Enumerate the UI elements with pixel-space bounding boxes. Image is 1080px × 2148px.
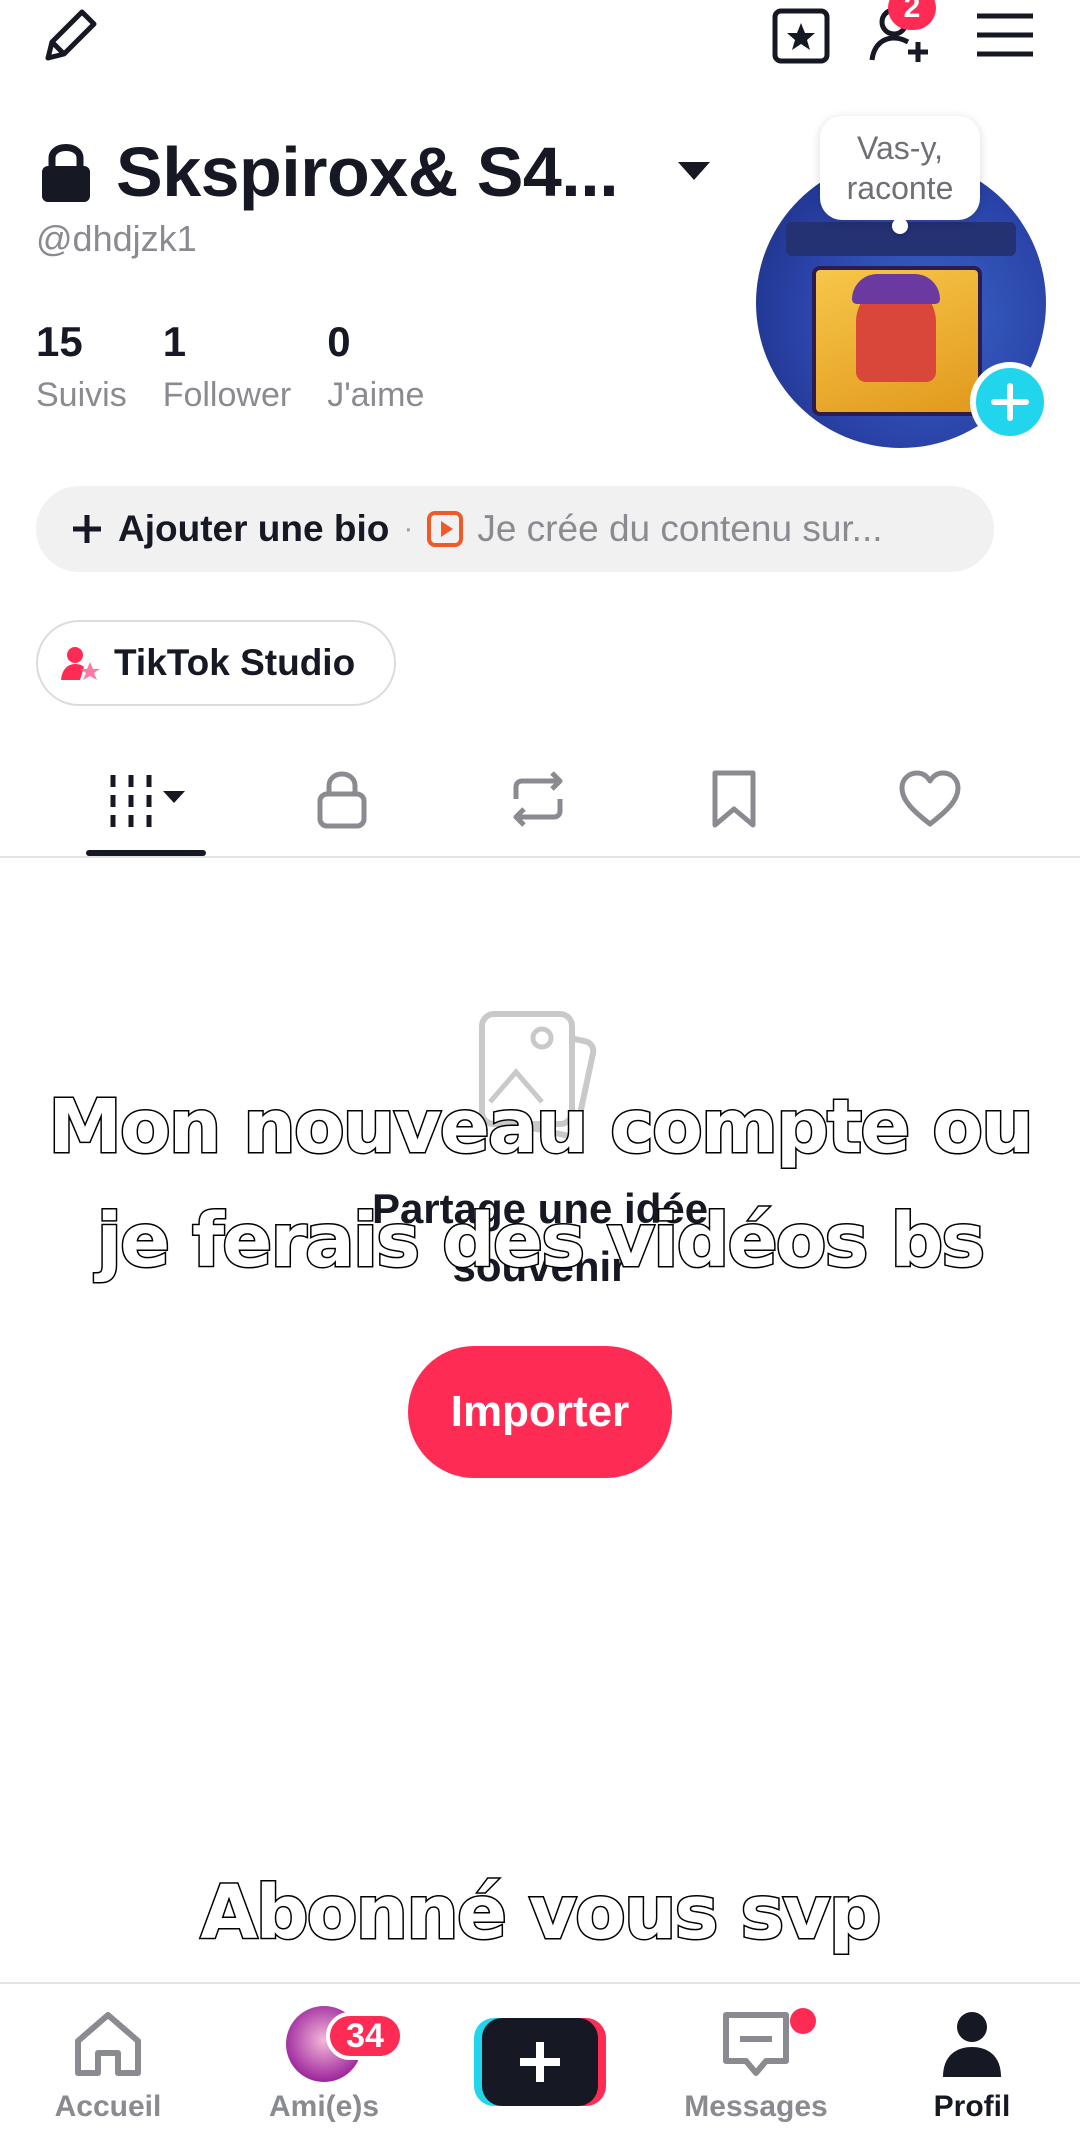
nav-messages-label: Messages	[684, 2090, 828, 2123]
top-bar: 2	[0, 0, 1080, 90]
tab-reposts[interactable]	[478, 764, 598, 834]
menu-icon[interactable]	[970, 0, 1040, 70]
create-plus-icon	[474, 2018, 606, 2106]
stat-followers[interactable]: 1 Follower	[163, 318, 291, 415]
bubble-text-line-1: Vas-y,	[857, 130, 943, 166]
stat-label: Suivis	[36, 376, 127, 414]
caption-overlay-bottom: Abonné vous svp	[199, 1869, 883, 1958]
grid-bars-icon	[110, 775, 185, 827]
studio-person-star-icon	[61, 647, 100, 680]
stat-likes[interactable]: 0 J'aime	[327, 318, 424, 415]
repost-icon	[513, 771, 563, 827]
active-tab-indicator	[86, 850, 206, 856]
add-bio-label: Ajouter une bio	[118, 508, 390, 549]
stat-value: 0	[327, 318, 351, 365]
tiktok-studio-button[interactable]: TikTok Studio	[36, 620, 396, 706]
stat-label: Follower	[162, 376, 292, 414]
tab-private[interactable]	[282, 764, 402, 834]
bio-separator: ·	[403, 512, 414, 545]
story-prompt-bubble[interactable]: Vas-y, raconte	[820, 116, 980, 234]
tab-videos[interactable]	[86, 764, 206, 834]
caption-line-2: je ferais des vidéos bs	[95, 1197, 987, 1286]
tab-favorites[interactable]	[674, 764, 794, 834]
calendar-star-icon[interactable]	[766, 0, 836, 70]
friends-notification-badge: 34	[326, 2012, 404, 2060]
heart-icon	[899, 770, 961, 827]
stat-following[interactable]: 15 Suivis	[36, 318, 127, 415]
nav-home[interactable]: Accueil	[18, 2004, 198, 2134]
caption-overlay-top: Mon nouveau compte ou je ferais des vidé…	[0, 1070, 1080, 1298]
account-switch-chevron-icon[interactable]	[676, 160, 712, 184]
lock-outline-icon	[317, 771, 367, 829]
stat-value: 15	[36, 318, 83, 365]
bubble-text-line-2: raconte	[846, 170, 954, 206]
import-button[interactable]: Importer	[408, 1346, 672, 1478]
nav-friends-label: Ami(e)s	[268, 2090, 380, 2123]
messages-icon	[723, 2012, 789, 2076]
plus-icon	[73, 515, 101, 543]
edit-pencil-icon[interactable]	[36, 0, 106, 70]
profile-name-row[interactable]: Skspirox& S4...	[38, 132, 712, 212]
bio-suggestion: Je crée du contenu sur...	[477, 508, 883, 549]
tab-liked[interactable]	[870, 764, 990, 834]
profile-person-icon	[943, 2012, 1001, 2077]
nav-messages[interactable]: Messages	[666, 2004, 846, 2134]
messages-unread-dot	[790, 2008, 816, 2034]
create-post-button[interactable]	[474, 2018, 606, 2106]
bottom-navigation: Accueil 34 Ami(e)s Messages Profil	[0, 1982, 1080, 2148]
add-friend-icon[interactable]: 2	[866, 0, 936, 70]
studio-label: TikTok Studio	[114, 642, 356, 683]
nav-friends[interactable]: 34 Ami(e)s	[234, 2004, 414, 2134]
play-square-icon	[427, 511, 464, 547]
display-name: Skspirox& S4...	[116, 133, 619, 211]
lock-icon	[42, 144, 90, 202]
nav-profile-label: Profil	[933, 2090, 1011, 2123]
nav-home-label: Accueil	[54, 2090, 162, 2123]
stat-label: J'aime	[327, 376, 425, 414]
username-handle: @dhdjzk1	[36, 218, 197, 259]
add-story-plus-icon[interactable]	[970, 362, 1050, 442]
profile-tabs	[0, 744, 1080, 858]
add-bio-button[interactable]: Ajouter une bio · Je crée du contenu sur…	[36, 486, 994, 572]
nav-profile[interactable]: Profil	[882, 2004, 1062, 2134]
caption-line-1: Mon nouveau compte ou	[47, 1083, 1036, 1172]
home-icon	[75, 2012, 141, 2076]
profile-stats: 15 Suivis 1 Follower 0 J'aime	[36, 318, 460, 415]
bookmark-icon	[712, 770, 756, 828]
stat-value: 1	[162, 318, 187, 365]
